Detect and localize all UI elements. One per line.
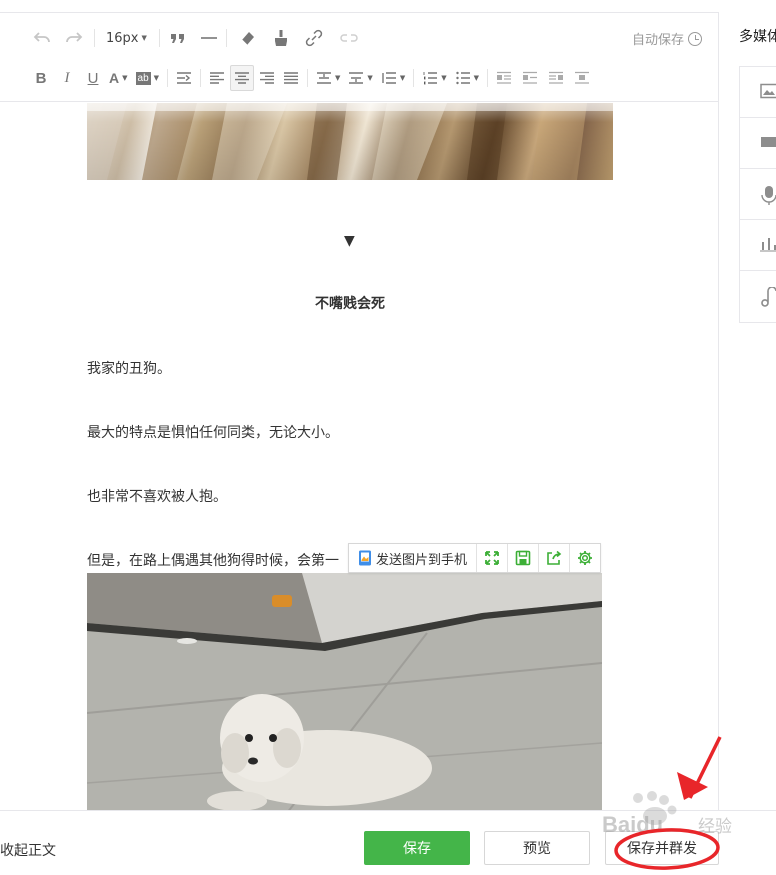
- chevron-down-icon: ▼: [473, 74, 479, 82]
- collapse-body-link[interactable]: 收起正文: [0, 840, 56, 860]
- insert-vote-item[interactable]: [740, 220, 776, 271]
- music-note-icon: [761, 287, 776, 307]
- gear-icon: [578, 551, 593, 565]
- save-button[interactable]: 保存: [364, 831, 470, 865]
- paragraph: 我家的丑狗。: [87, 361, 171, 377]
- auto-save-label: 自动保存: [631, 33, 684, 48]
- font-size-value: 16px: [106, 30, 139, 46]
- bold-icon: B: [35, 69, 47, 87]
- watermark-suffix: 经验: [698, 817, 732, 837]
- clock-icon: [688, 31, 702, 46]
- image-inline-icon[interactable]: [519, 65, 541, 91]
- microphone-icon: [761, 186, 776, 205]
- underline-button[interactable]: U: [82, 65, 104, 91]
- insert-audio-item[interactable]: [740, 169, 776, 220]
- align-right-icon[interactable]: [256, 65, 278, 91]
- insert-video-item[interactable]: [740, 118, 776, 169]
- media-insert-panel: [739, 66, 776, 323]
- unordered-list-icon[interactable]: ▼: [452, 65, 482, 91]
- paragraph: 最大的特点是惧怕任何同类，无论大小。: [87, 425, 339, 441]
- image-center-icon[interactable]: [571, 65, 593, 91]
- watermark-brand: Baidu: [602, 812, 663, 837]
- bar-chart-icon: [760, 238, 776, 252]
- line-height-icon[interactable]: ▼: [378, 65, 408, 91]
- toolbar-row-1: 16px ▼: [30, 23, 362, 53]
- chevron-down-icon: ▼: [399, 74, 406, 82]
- share-icon: [547, 550, 562, 565]
- chevron-down-icon: ▼: [335, 74, 341, 82]
- article-image-dog[interactable]: [87, 573, 602, 810]
- indent-icon[interactable]: [173, 65, 195, 91]
- chevron-down-icon: ▼: [441, 74, 447, 82]
- font-color-button[interactable]: A ▼: [106, 65, 131, 91]
- share-image-button[interactable]: [538, 544, 569, 572]
- chevron-down-icon: ▼: [122, 74, 128, 82]
- image-shade: [87, 103, 613, 180]
- chevron-down-icon: ▼: [141, 34, 147, 42]
- image-float-right-icon[interactable]: [545, 65, 567, 91]
- fullscreen-button[interactable]: [476, 544, 507, 572]
- toolbar-separator: [225, 29, 227, 47]
- line-spacing-before-icon[interactable]: ▼: [313, 65, 343, 91]
- auto-save-status: 自动保存: [632, 29, 702, 48]
- align-left-icon[interactable]: [206, 65, 228, 91]
- unlink-icon[interactable]: [336, 25, 362, 51]
- send-to-phone-button[interactable]: 发送图片到手机: [349, 544, 476, 572]
- background-color-icon: ab: [135, 71, 151, 85]
- separator-triangle: ▼: [344, 233, 355, 249]
- toolbar-separator: [158, 29, 160, 47]
- font-color-icon: A: [109, 70, 120, 86]
- side-panel-title: 多媒体: [739, 29, 776, 45]
- underline-icon: U: [87, 69, 99, 87]
- toolbar-separator: [486, 69, 488, 87]
- bold-button[interactable]: B: [30, 65, 52, 91]
- redo-icon[interactable]: [62, 25, 86, 51]
- image-float-left-icon[interactable]: [493, 65, 515, 91]
- paragraph: 但是，在路上偶遇其他狗得时候，会第一: [87, 553, 339, 569]
- toolbar-separator: [200, 69, 202, 87]
- paragraph: 也非常不喜欢被人抱。: [87, 489, 227, 505]
- chevron-down-icon: ▼: [153, 74, 160, 82]
- article-image-wood[interactable]: [87, 103, 613, 180]
- baidu-watermark-logo: Baidu 经验: [602, 791, 732, 837]
- eraser-icon[interactable]: [236, 25, 260, 51]
- background-color-button[interactable]: ab ▼: [133, 65, 163, 91]
- undo-icon[interactable]: [30, 25, 54, 51]
- insert-image-item[interactable]: [740, 67, 776, 118]
- line-spacing-after-icon[interactable]: ▼: [345, 65, 375, 91]
- right-panel-divider: [718, 12, 719, 810]
- align-justify-icon[interactable]: [280, 65, 302, 91]
- insert-music-item[interactable]: [740, 271, 776, 322]
- font-size-select[interactable]: 16px ▼: [100, 25, 153, 51]
- link-icon[interactable]: [302, 25, 326, 51]
- preview-button[interactable]: 预览: [484, 831, 590, 865]
- video-icon: [761, 137, 776, 147]
- toolbar-separator: [413, 69, 415, 87]
- article-heading: 不嘴贱会死: [315, 296, 385, 312]
- dog-photo: [87, 573, 602, 810]
- toolbar-separator: [307, 69, 309, 87]
- image-settings-button[interactable]: [569, 544, 600, 572]
- send-to-phone-label: 发送图片到手机: [376, 552, 468, 568]
- horizontal-rule-icon[interactable]: [197, 25, 221, 51]
- italic-icon: I: [64, 69, 70, 86]
- align-center-icon[interactable]: [230, 65, 255, 91]
- floppy-icon: [515, 550, 531, 566]
- image-icon: [760, 83, 776, 99]
- toolbar-separator: [94, 29, 95, 47]
- editor-content[interactable]: ▼ 不嘴贱会死 我家的丑狗。 最大的特点是惧怕任何同类，无论大小。 也非常不喜欢…: [0, 103, 718, 810]
- quote-icon[interactable]: [167, 25, 189, 51]
- expand-icon: [485, 551, 499, 565]
- chevron-down-icon: ▼: [367, 74, 373, 82]
- toolbar-separator: [167, 69, 169, 87]
- toolbar-row-2: B I U A ▼ ab ▼ ▼ ▼ ▼ ▼ ▼: [30, 63, 593, 93]
- phone-image-icon: [359, 550, 371, 566]
- editor-toolbar: 16px ▼ 自动保存 B I U A ▼ ab ▼ ▼ ▼ ▼ ▼ ▼: [0, 12, 718, 102]
- ordered-list-icon[interactable]: ▼: [419, 65, 449, 91]
- image-action-toolbar: 发送图片到手机: [348, 543, 602, 573]
- save-image-button[interactable]: [507, 544, 538, 572]
- format-brush-icon[interactable]: [270, 25, 292, 51]
- italic-button[interactable]: I: [56, 65, 78, 91]
